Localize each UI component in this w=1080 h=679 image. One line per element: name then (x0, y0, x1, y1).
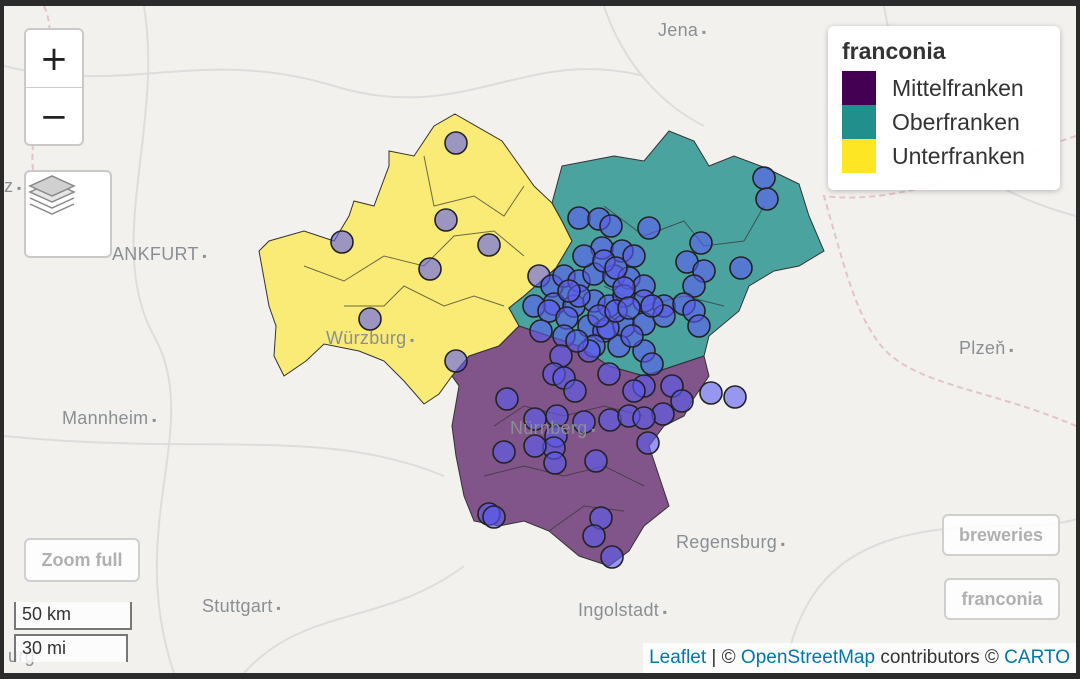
attribution: Leaflet | © OpenStreetMap contributors ©… (643, 643, 1076, 673)
brewery-marker[interactable] (723, 385, 747, 409)
legend-item: Oberfranken (842, 105, 1046, 139)
brewery-marker[interactable] (637, 216, 661, 240)
brewery-marker[interactable] (584, 449, 608, 473)
legend: franconia Mittelfranken Oberfranken Unte… (828, 26, 1060, 190)
brewery-marker[interactable] (418, 257, 442, 281)
map-container[interactable]: Jena ANKFURT Mannheim Würzburg Nürnberg Regen… (4, 6, 1076, 673)
attribution-sep: | © (706, 647, 741, 668)
brewery-marker[interactable] (563, 379, 587, 403)
city-label: ANKFURT (112, 244, 207, 265)
brewery-marker[interactable] (444, 131, 468, 155)
brewery-marker[interactable] (358, 307, 382, 331)
brewery-marker[interactable] (617, 296, 641, 320)
franconia-layer-button[interactable]: franconia (944, 578, 1060, 620)
city-label: Ingolstadt (578, 600, 667, 621)
zoom-out-button[interactable]: − (26, 88, 82, 145)
legend-item: Unterfranken (842, 139, 1046, 173)
city-label: Plzeň (959, 338, 1014, 359)
breweries-layer-button[interactable]: breweries (942, 514, 1060, 556)
brewery-marker[interactable] (599, 214, 623, 238)
brewery-marker[interactable] (582, 524, 606, 548)
brewery-marker[interactable] (612, 276, 636, 300)
brewery-marker[interactable] (755, 187, 779, 211)
leaflet-link[interactable]: Leaflet (649, 647, 706, 668)
brewery-marker[interactable] (651, 402, 675, 426)
scale-km: 50 km (14, 602, 132, 630)
attribution-contrib: contributors © (875, 647, 1005, 668)
brewery-marker[interactable] (598, 408, 622, 432)
brewery-marker[interactable] (477, 233, 501, 257)
osm-link[interactable]: OpenStreetMap (741, 647, 875, 668)
brewery-marker[interactable] (604, 256, 628, 280)
brewery-marker[interactable] (632, 406, 656, 430)
brewery-marker[interactable] (482, 505, 506, 529)
brewery-marker[interactable] (620, 324, 644, 348)
scale-mi: 30 mi (14, 634, 128, 662)
legend-label: Mittelfranken (892, 74, 1024, 101)
brewery-marker[interactable] (434, 208, 458, 232)
legend-title: franconia (842, 38, 946, 64)
brewery-marker[interactable] (557, 279, 581, 303)
city-label: Stuttgart (202, 596, 281, 617)
brewery-marker[interactable] (600, 545, 624, 569)
city-label: Mannheim (62, 408, 157, 429)
city-label: Würzburg (326, 328, 415, 349)
city-label: Regensburg (676, 532, 785, 553)
brewery-marker[interactable] (597, 362, 621, 386)
brewery-marker[interactable] (752, 166, 776, 190)
brewery-marker[interactable] (492, 440, 516, 464)
city-label: z (4, 176, 22, 197)
brewery-marker[interactable] (565, 329, 589, 353)
brewery-marker[interactable] (529, 319, 553, 343)
brewery-marker[interactable] (495, 387, 519, 411)
brewery-marker[interactable] (640, 294, 664, 318)
brewery-marker[interactable] (689, 231, 713, 255)
layers-icon (28, 175, 76, 215)
brewery-marker[interactable] (640, 352, 664, 376)
legend-swatch (842, 139, 876, 173)
zoom-control: + − (24, 28, 84, 146)
zoom-full-button[interactable]: Zoom full (24, 538, 140, 582)
brewery-marker[interactable] (670, 389, 694, 413)
brewery-marker[interactable] (699, 381, 723, 405)
brewery-marker[interactable] (572, 244, 596, 268)
zoom-in-button[interactable]: + (26, 30, 82, 88)
brewery-marker[interactable] (330, 230, 354, 254)
brewery-marker[interactable] (567, 206, 591, 230)
brewery-marker[interactable] (687, 314, 711, 338)
legend-swatch (842, 105, 876, 139)
legend-label: Oberfranken (892, 108, 1020, 135)
city-label: Jena (658, 20, 706, 41)
legend-item: Mittelfranken (842, 71, 1046, 105)
layers-control-button[interactable] (24, 170, 112, 258)
legend-swatch (842, 71, 876, 105)
brewery-marker[interactable] (543, 451, 567, 475)
brewery-marker[interactable] (622, 379, 646, 403)
brewery-marker[interactable] (729, 256, 753, 280)
legend-label: Unterfranken (892, 142, 1025, 169)
brewery-marker[interactable] (444, 349, 468, 373)
brewery-marker[interactable] (636, 431, 660, 455)
city-label: Nürnberg (510, 418, 596, 439)
carto-link[interactable]: CARTO (1004, 647, 1070, 668)
